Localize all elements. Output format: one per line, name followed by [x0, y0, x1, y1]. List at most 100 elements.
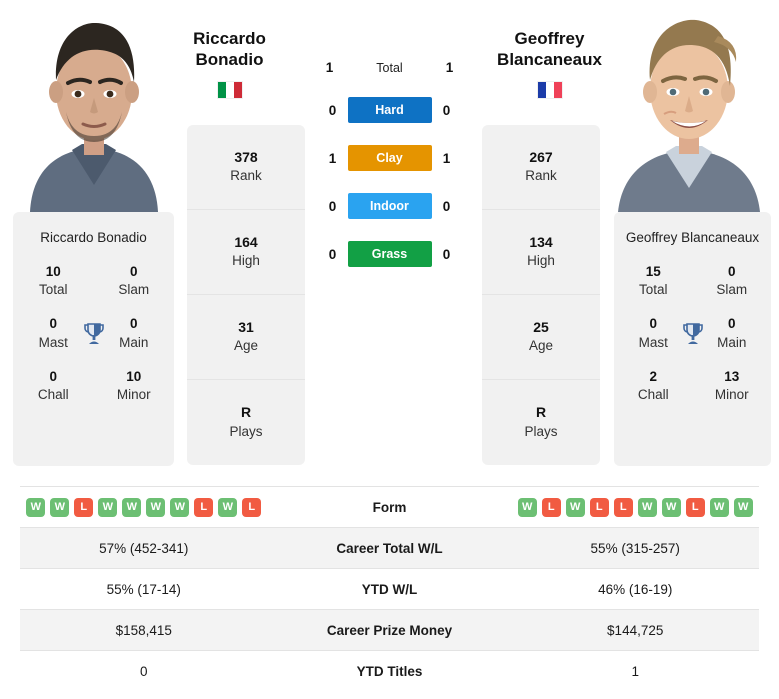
rank-cell: 164 High	[187, 210, 305, 295]
titles-stat: 2 Chall	[614, 360, 693, 412]
trophy-icon	[81, 321, 107, 347]
right-value: 1	[631, 663, 639, 679]
table-row: 0 YTD Titles 1	[20, 650, 759, 692]
left-player-column: Riccardo Bonadio 10 Total 0 Slam 0 Mast	[0, 0, 187, 466]
right-player-name-block[interactable]: Geoffrey Blancaneaux	[490, 28, 610, 99]
stat-label: Total	[38, 282, 68, 298]
rank-cell: 378 Rank	[187, 125, 305, 210]
form-badge-w[interactable]: W	[565, 497, 585, 517]
rank-value: 378	[234, 148, 258, 165]
form-badge-l[interactable]: L	[194, 497, 214, 517]
rank-label: High	[527, 253, 555, 269]
row-label: YTD Titles	[356, 663, 423, 679]
rank-label: Age	[233, 338, 259, 354]
h2h-right-score: 0	[442, 198, 451, 214]
form-badge-l[interactable]: L	[589, 497, 609, 517]
form-badge-w[interactable]: W	[146, 497, 166, 517]
form-badge-w[interactable]: W	[50, 497, 70, 517]
rank-value: 31	[238, 318, 254, 335]
titles-stat: 13 Minor	[693, 360, 772, 412]
left-last-name: Bonadio	[195, 50, 264, 70]
table-row: 57% (452-341) Career Total W/L 55% (315-…	[20, 527, 759, 569]
form-badge-w[interactable]: W	[517, 497, 537, 517]
right-titles-grid: 15 Total 0 Slam 0 Mast 0 Main 2 Chall 13…	[614, 255, 771, 412]
form-badge-w[interactable]: W	[661, 497, 681, 517]
left-rank-card: 378 Rank 164 High 31 Age R Plays	[187, 125, 305, 465]
stat-value: 2	[649, 368, 657, 384]
form-badge-w[interactable]: W	[218, 497, 238, 517]
h2h-left-score: 0	[328, 102, 337, 118]
form-badge-l[interactable]: L	[685, 497, 705, 517]
left-player-photo[interactable]	[0, 0, 187, 212]
stat-label: Minor	[714, 387, 749, 403]
stat-value: 0	[49, 368, 57, 384]
left-form-list: WWLWWWWLWL	[20, 497, 268, 517]
surface-button-clay[interactable]: Clay	[347, 145, 432, 171]
titles-stat: 15 Total	[614, 255, 693, 307]
right-form-cell: WLWLLWWLWW	[511, 487, 759, 528]
rank-label: High	[232, 253, 260, 269]
h2h-total-label: Total	[376, 60, 403, 75]
rank-cell: 31 Age	[187, 295, 305, 380]
left-player-name-small: Riccardo Bonadio	[40, 230, 147, 245]
row-label: Career Prize Money	[326, 622, 453, 638]
form-badge-w[interactable]: W	[637, 497, 657, 517]
table-row-form: WWLWWWWLWL Form WLWLLWWLWW	[20, 486, 759, 528]
form-badge-w[interactable]: W	[709, 497, 729, 517]
rank-cell: R Plays	[187, 380, 305, 465]
flag-france-icon	[536, 80, 563, 99]
rank-value: 134	[529, 233, 553, 250]
rank-label: Rank	[230, 168, 262, 184]
flag-italy-icon	[216, 80, 243, 99]
row-label: Form	[372, 499, 407, 515]
rank-value: 25	[533, 318, 549, 335]
table-row: $158,415 Career Prize Money $144,725	[20, 609, 759, 651]
right-player-column: Geoffrey Blancaneaux 15 Total 0 Slam 0 M…	[600, 0, 779, 466]
right-player-photo[interactable]	[600, 0, 779, 212]
form-badge-l[interactable]: L	[613, 497, 633, 517]
right-value: $144,725	[607, 622, 664, 638]
rank-cell: R Plays	[482, 380, 600, 465]
surface-button-grass[interactable]: Grass	[347, 241, 432, 267]
right-first-name: Geoffrey	[514, 29, 585, 48]
h2h-right-score: 1	[445, 60, 454, 75]
rank-label: Rank	[525, 168, 557, 184]
h2h-row-hard: 0 Hard 0	[315, 97, 465, 123]
form-badge-l[interactable]: L	[242, 497, 262, 517]
left-value: $158,415	[115, 622, 172, 638]
player-comparison-page: Riccardo Bonadio 10 Total 0 Slam 0 Mast	[0, 0, 779, 699]
left-titles-card: Riccardo Bonadio 10 Total 0 Slam 0 Mast	[13, 212, 174, 466]
form-badge-l[interactable]: L	[541, 497, 561, 517]
right-value: 46% (16-19)	[598, 581, 673, 597]
form-badge-w[interactable]: W	[26, 497, 46, 517]
stat-label: Minor	[116, 387, 151, 403]
rank-label: Plays	[524, 423, 558, 439]
h2h-left-score: 1	[328, 150, 337, 166]
surface-button-hard[interactable]: Hard	[347, 97, 432, 123]
right-last-name: Blancaneaux	[497, 50, 602, 70]
left-form-cell: WWLWWWWLWL	[20, 487, 268, 528]
h2h-left-score: 1	[325, 60, 334, 75]
h2h-left-score: 0	[328, 246, 337, 262]
h2h-row-total: 1 Total 1	[315, 60, 465, 75]
left-value: 0	[140, 663, 148, 679]
h2h-row-grass: 0 Grass 0	[315, 241, 465, 267]
surface-button-indoor[interactable]: Indoor	[347, 193, 432, 219]
h2h-right-score: 0	[442, 102, 451, 118]
form-badge-l[interactable]: L	[74, 497, 94, 517]
form-badge-w[interactable]: W	[122, 497, 142, 517]
h2h-right-score: 1	[442, 150, 451, 166]
h2h-left-score: 0	[328, 198, 337, 214]
comparison-header: Riccardo Bonadio 10 Total 0 Slam 0 Mast	[0, 0, 779, 478]
table-row: 55% (17-14) YTD W/L 46% (16-19)	[20, 568, 759, 610]
stat-value: 13	[724, 368, 740, 384]
rank-label: Age	[528, 338, 554, 354]
form-badge-w[interactable]: W	[170, 497, 190, 517]
stat-label: Total	[638, 282, 668, 298]
trophy-icon	[680, 321, 706, 347]
form-badge-w[interactable]: W	[733, 497, 753, 517]
form-badge-w[interactable]: W	[98, 497, 118, 517]
stat-label: Slam	[716, 282, 748, 298]
left-player-name-block[interactable]: Riccardo Bonadio	[170, 28, 290, 99]
left-value: 57% (452-341)	[99, 540, 189, 556]
